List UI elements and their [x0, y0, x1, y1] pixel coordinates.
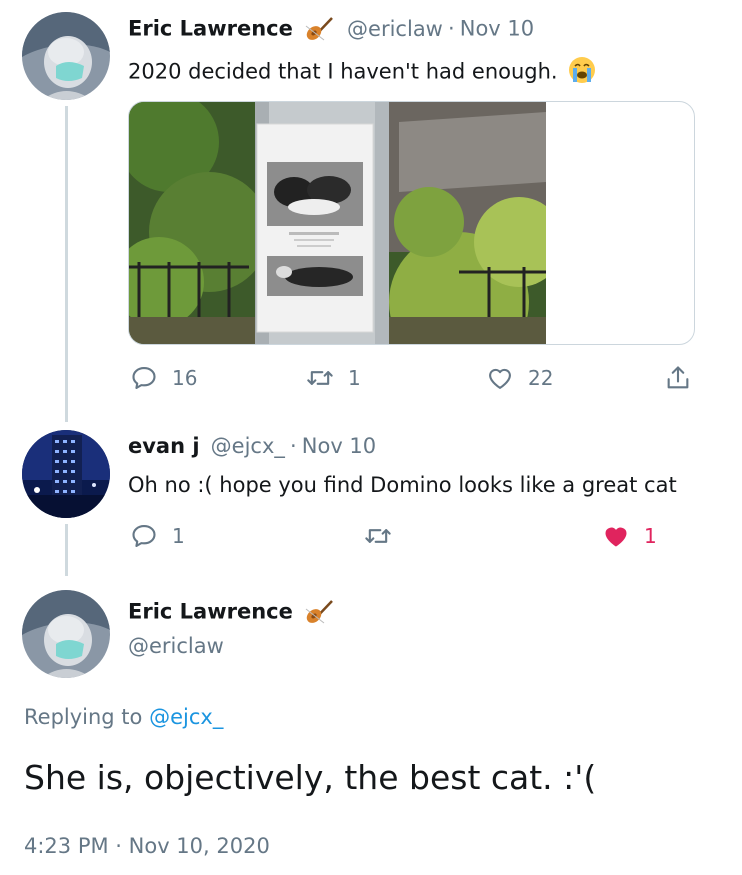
like-count: 1	[644, 524, 657, 548]
author-handle[interactable]: @ericlaw	[128, 634, 224, 658]
retweet-icon	[307, 371, 333, 385]
retweet-button[interactable]	[364, 522, 406, 550]
reply-count: 16	[172, 366, 198, 390]
tweet-header: Eric Lawrence @ericlaw · Nov 10	[128, 16, 534, 46]
tweet-date[interactable]: Nov 10	[460, 17, 534, 41]
author-handle[interactable]: @ericlaw	[347, 17, 443, 41]
like-count: 22	[528, 366, 554, 390]
violin-emoji	[304, 16, 334, 46]
tweet-date[interactable]: Nov 10	[302, 434, 376, 458]
avatar-evan-j[interactable]	[22, 430, 110, 518]
like-button[interactable]: 1	[602, 522, 657, 550]
main-tweet-text: She is, objectively, the best cat. :'(	[24, 758, 597, 797]
reply-button[interactable]: 1	[130, 522, 185, 550]
reply-button[interactable]: 16	[130, 364, 197, 392]
separator-dot: ·	[447, 16, 455, 41]
retweet-button[interactable]: 1	[306, 364, 361, 392]
avatar-eric-lawrence[interactable]	[22, 12, 110, 100]
separator-dot: ·	[289, 434, 297, 458]
media-card[interactable]	[128, 101, 695, 345]
thread-line	[65, 106, 68, 422]
share-button[interactable]	[664, 364, 692, 392]
heart-filled-icon	[605, 527, 627, 547]
reply-count: 1	[172, 524, 185, 548]
author-name[interactable]: evan j	[128, 434, 200, 458]
tweet-timestamp-link[interactable]: 4:23 PM · Nov 10, 2020	[24, 834, 270, 858]
tweet-text: Oh no :( hope you find Domino looks like…	[128, 473, 677, 497]
author-name[interactable]: Eric Lawrence	[128, 17, 293, 41]
reply-icon	[132, 525, 156, 547]
tweet-photo[interactable]	[129, 102, 546, 344]
like-button[interactable]: 22	[486, 364, 553, 392]
main-tweet-author: Eric Lawrence	[128, 599, 334, 629]
retweet-count: 1	[348, 366, 361, 390]
thread-line	[65, 524, 68, 576]
replying-to-label: Replying to	[24, 705, 143, 729]
tweet-text-row: 2020 decided that I haven't had enough.	[128, 56, 596, 89]
author-name[interactable]: Eric Lawrence	[128, 600, 293, 624]
author-handle[interactable]: @ejcx_	[211, 434, 285, 458]
crying-face-emoji	[568, 56, 596, 89]
replying-to: Replying to @ejcx_	[24, 705, 223, 729]
reply-icon	[132, 367, 156, 389]
violin-emoji	[304, 599, 334, 629]
replying-to-handle-link[interactable]: @ejcx_	[149, 705, 223, 729]
tweet-text: 2020 decided that I haven't had enough.	[128, 59, 558, 84]
avatar-eric-lawrence[interactable]	[22, 590, 110, 678]
retweet-icon	[365, 529, 391, 543]
tweet-header: evan j @ejcx_ · Nov 10	[128, 434, 376, 458]
share-icon	[667, 366, 689, 389]
heart-outline-icon	[489, 368, 511, 389]
